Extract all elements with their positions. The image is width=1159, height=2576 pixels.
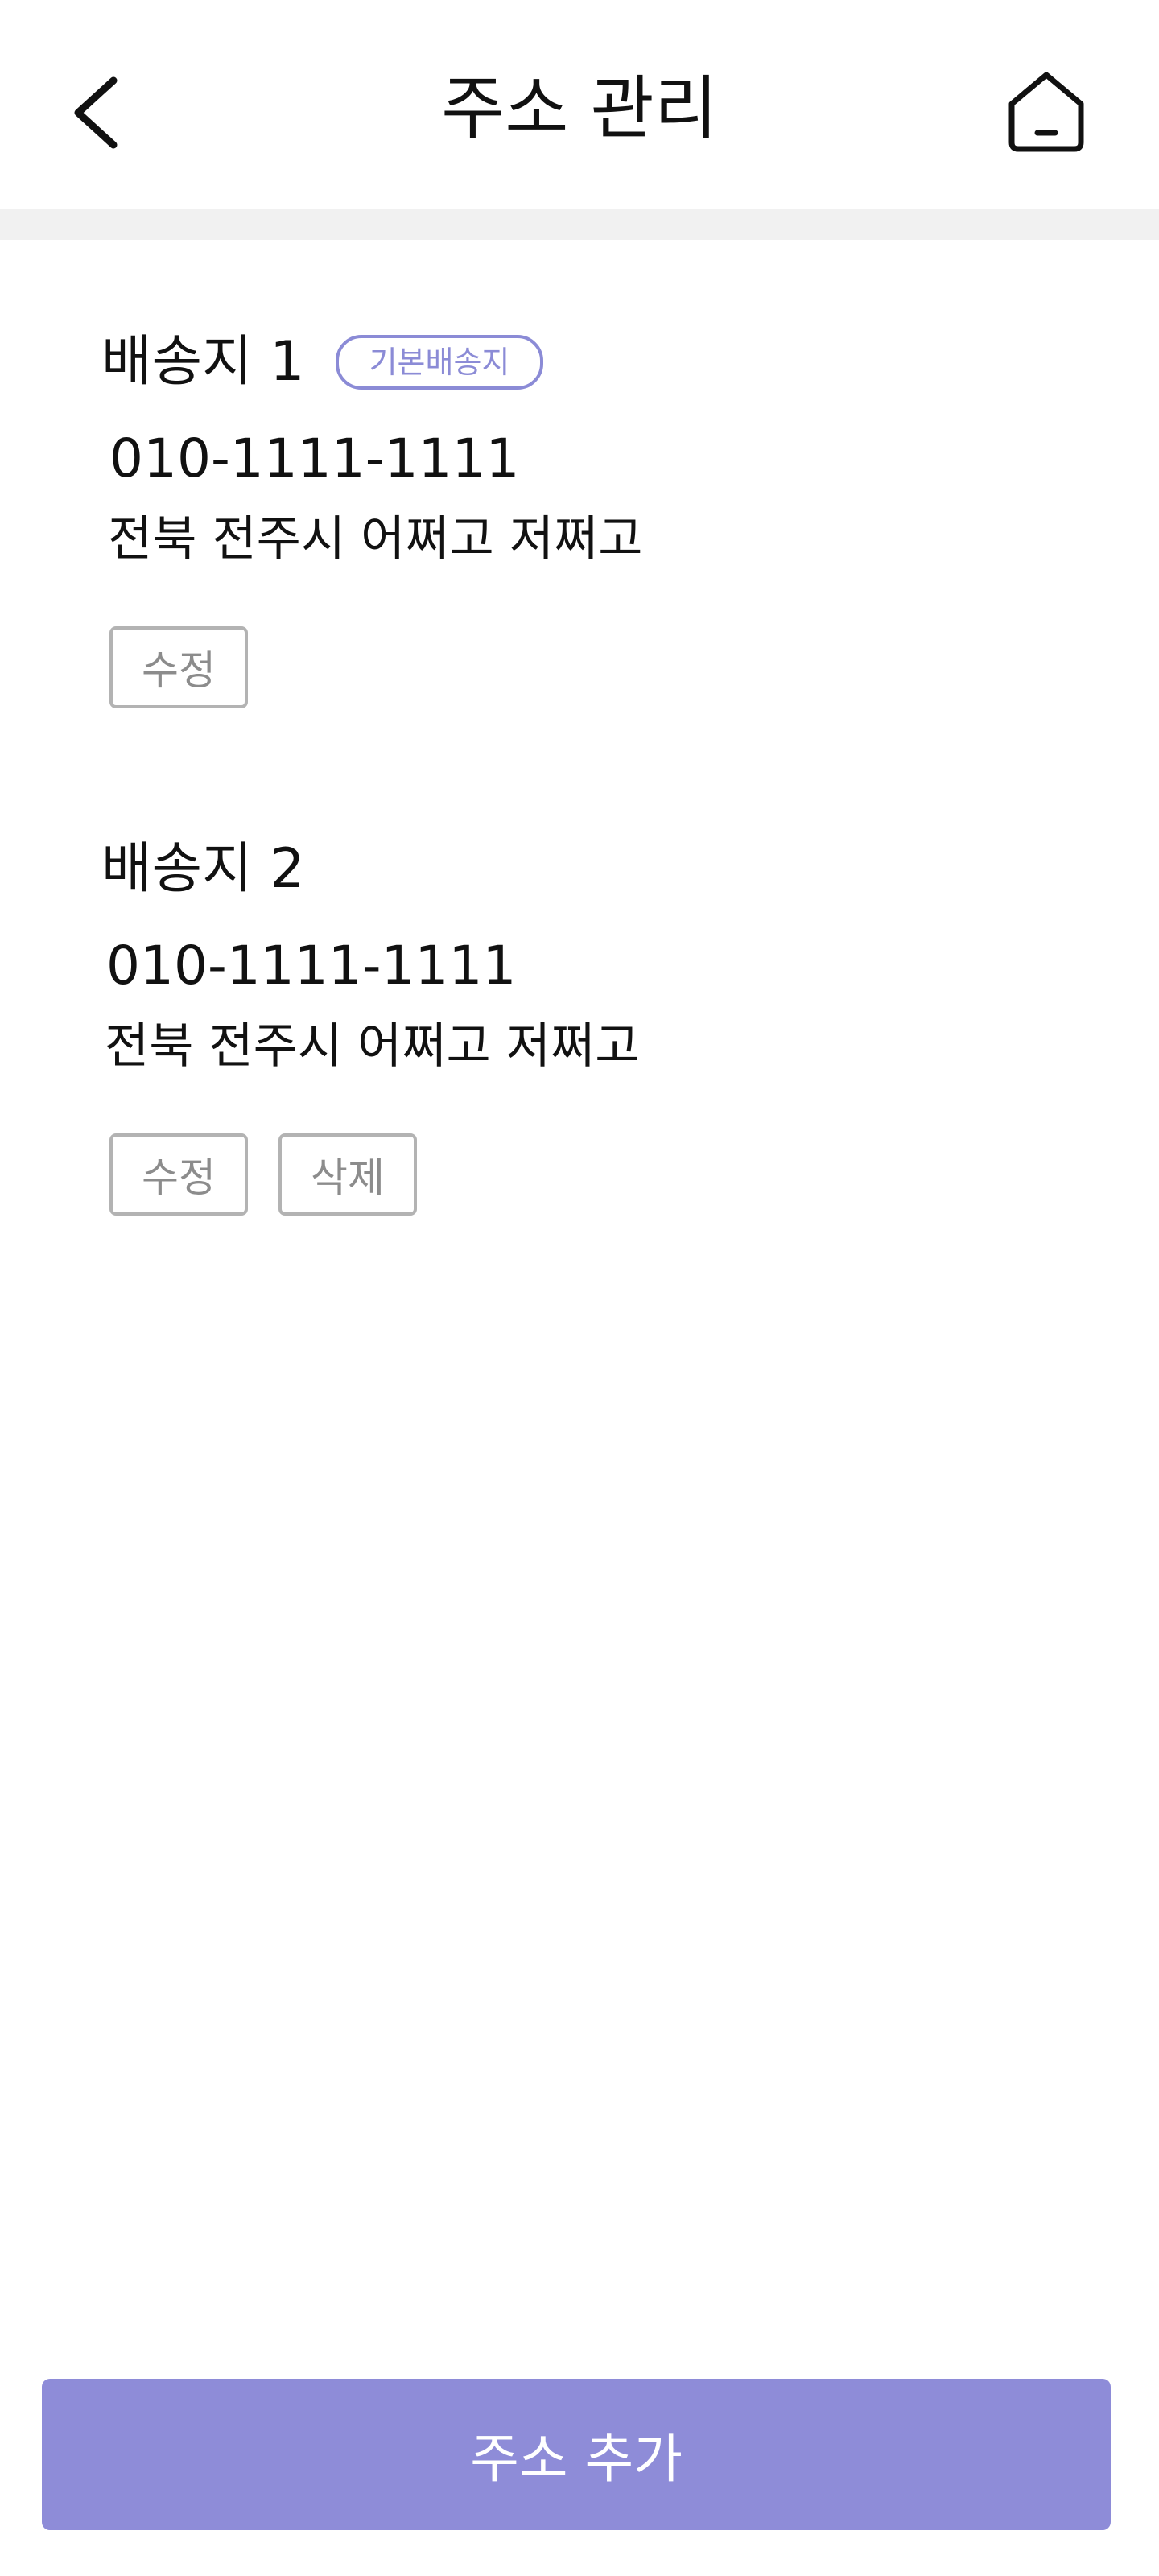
address-title-row: 배송지 2 (101, 821, 305, 918)
home-button[interactable] (990, 60, 1103, 165)
page-title: 주소 관리 (441, 68, 718, 149)
edit-button[interactable]: 수정 (109, 626, 248, 708)
address-name: 배송지 1 (101, 330, 305, 394)
home-icon (1008, 72, 1084, 152)
add-address-button[interactable]: 주소 추가 (42, 2379, 1111, 2530)
address-name: 배송지 2 (101, 837, 305, 901)
delete-button[interactable]: 삭제 (278, 1133, 417, 1216)
address-title-row: 배송지 1 기본배송지 (101, 314, 544, 411)
address-phone: 010-1111-1111 (109, 427, 520, 489)
address-text: 전북 전주시 어쩌고 저쩌고 (108, 511, 643, 568)
default-address-badge: 기본배송지 (335, 335, 544, 390)
address-phone: 010-1111-1111 (106, 935, 517, 997)
app-header: 주소 관리 (0, 0, 1159, 209)
edit-button[interactable]: 수정 (109, 1133, 248, 1216)
address-actions: 수정 삭제 (109, 1133, 417, 1216)
address-actions: 수정 (109, 626, 248, 708)
section-divider (0, 209, 1159, 240)
address-text: 전북 전주시 어쩌고 저쩌고 (105, 1018, 640, 1075)
